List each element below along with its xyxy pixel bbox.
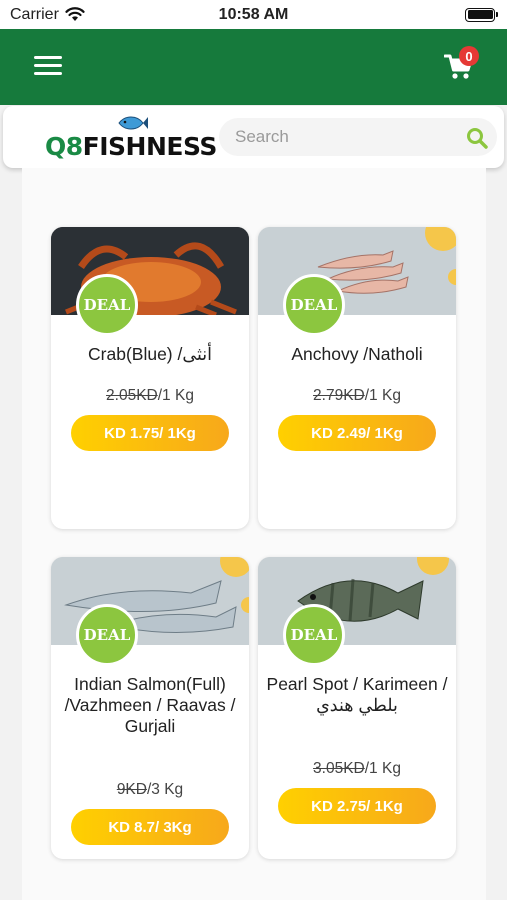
product-name: Anchovy /Natholi <box>291 344 423 364</box>
header-bar: Q8FISHNESS <box>3 106 504 168</box>
deal-price-button[interactable]: KD 8.7/ 3Kg <box>71 809 229 845</box>
deal-price-button[interactable]: KD 2.49/ 1Kg <box>278 415 436 451</box>
original-price: 9KD <box>116 781 147 798</box>
status-bar: Carrier 10:58 AM <box>0 0 507 29</box>
product-price-info: 2.79KD/1 Kg <box>258 387 456 405</box>
price-unit: /3 Kg <box>146 781 184 798</box>
product-price-info: 2.05KD/1 Kg <box>51 387 249 405</box>
product-grid: DEAL Crab(Blue) /أنثى 2.05KD/1 Kg KD 1.7… <box>22 168 486 900</box>
original-price: 3.05KD <box>313 760 365 777</box>
product-card[interactable]: DEAL Indian Salmon(Full) /Vazhmeen / Raa… <box>51 557 249 859</box>
deal-badge: DEAL <box>76 274 138 336</box>
battery-icon <box>465 7 498 22</box>
product-card[interactable]: DEAL Pearl Spot / Karimeen / بلطي هندي 3… <box>258 557 456 859</box>
hamburger-menu-icon[interactable] <box>34 56 62 78</box>
logo-text: Q8FISHNESS <box>45 132 217 161</box>
price-unit: /1 Kg <box>364 760 401 777</box>
product-price-info: 9KD/3 Kg <box>51 781 249 799</box>
search-input[interactable] <box>235 118 455 156</box>
fish-logo-icon <box>118 116 148 130</box>
search-bar[interactable] <box>219 118 497 156</box>
deal-badge: DEAL <box>76 604 138 666</box>
product-price-info: 3.05KD/1 Kg <box>258 760 456 778</box>
deal-badge: DEAL <box>283 604 345 666</box>
original-price: 2.79KD <box>313 387 365 404</box>
price-unit: /1 Kg <box>364 387 401 404</box>
app-bar <box>0 29 507 105</box>
product-card[interactable]: DEAL Crab(Blue) /أنثى 2.05KD/1 Kg KD 1.7… <box>51 227 249 529</box>
product-name: Indian Salmon(Full) /Vazhmeen / Raavas /… <box>64 674 236 736</box>
product-card[interactable]: DEAL Anchovy /Natholi 2.79KD/1 Kg KD 2.4… <box>258 227 456 529</box>
product-name: Crab(Blue) /أنثى <box>88 344 212 364</box>
cart-count-badge: 0 <box>459 46 479 66</box>
carrier-label: Carrier <box>10 5 59 23</box>
status-left: Carrier <box>10 6 85 24</box>
deal-badge: DEAL <box>283 274 345 336</box>
brand-logo: Q8FISHNESS <box>43 114 217 162</box>
original-price: 2.05KD <box>106 387 158 404</box>
wifi-icon <box>65 7 85 21</box>
price-unit: /1 Kg <box>157 387 194 404</box>
search-icon[interactable] <box>465 126 489 150</box>
deal-price-button[interactable]: KD 2.75/ 1Kg <box>278 788 436 824</box>
product-name: Pearl Spot / Karimeen / بلطي هندي <box>266 674 448 715</box>
deal-price-button[interactable]: KD 1.75/ 1Kg <box>71 415 229 451</box>
